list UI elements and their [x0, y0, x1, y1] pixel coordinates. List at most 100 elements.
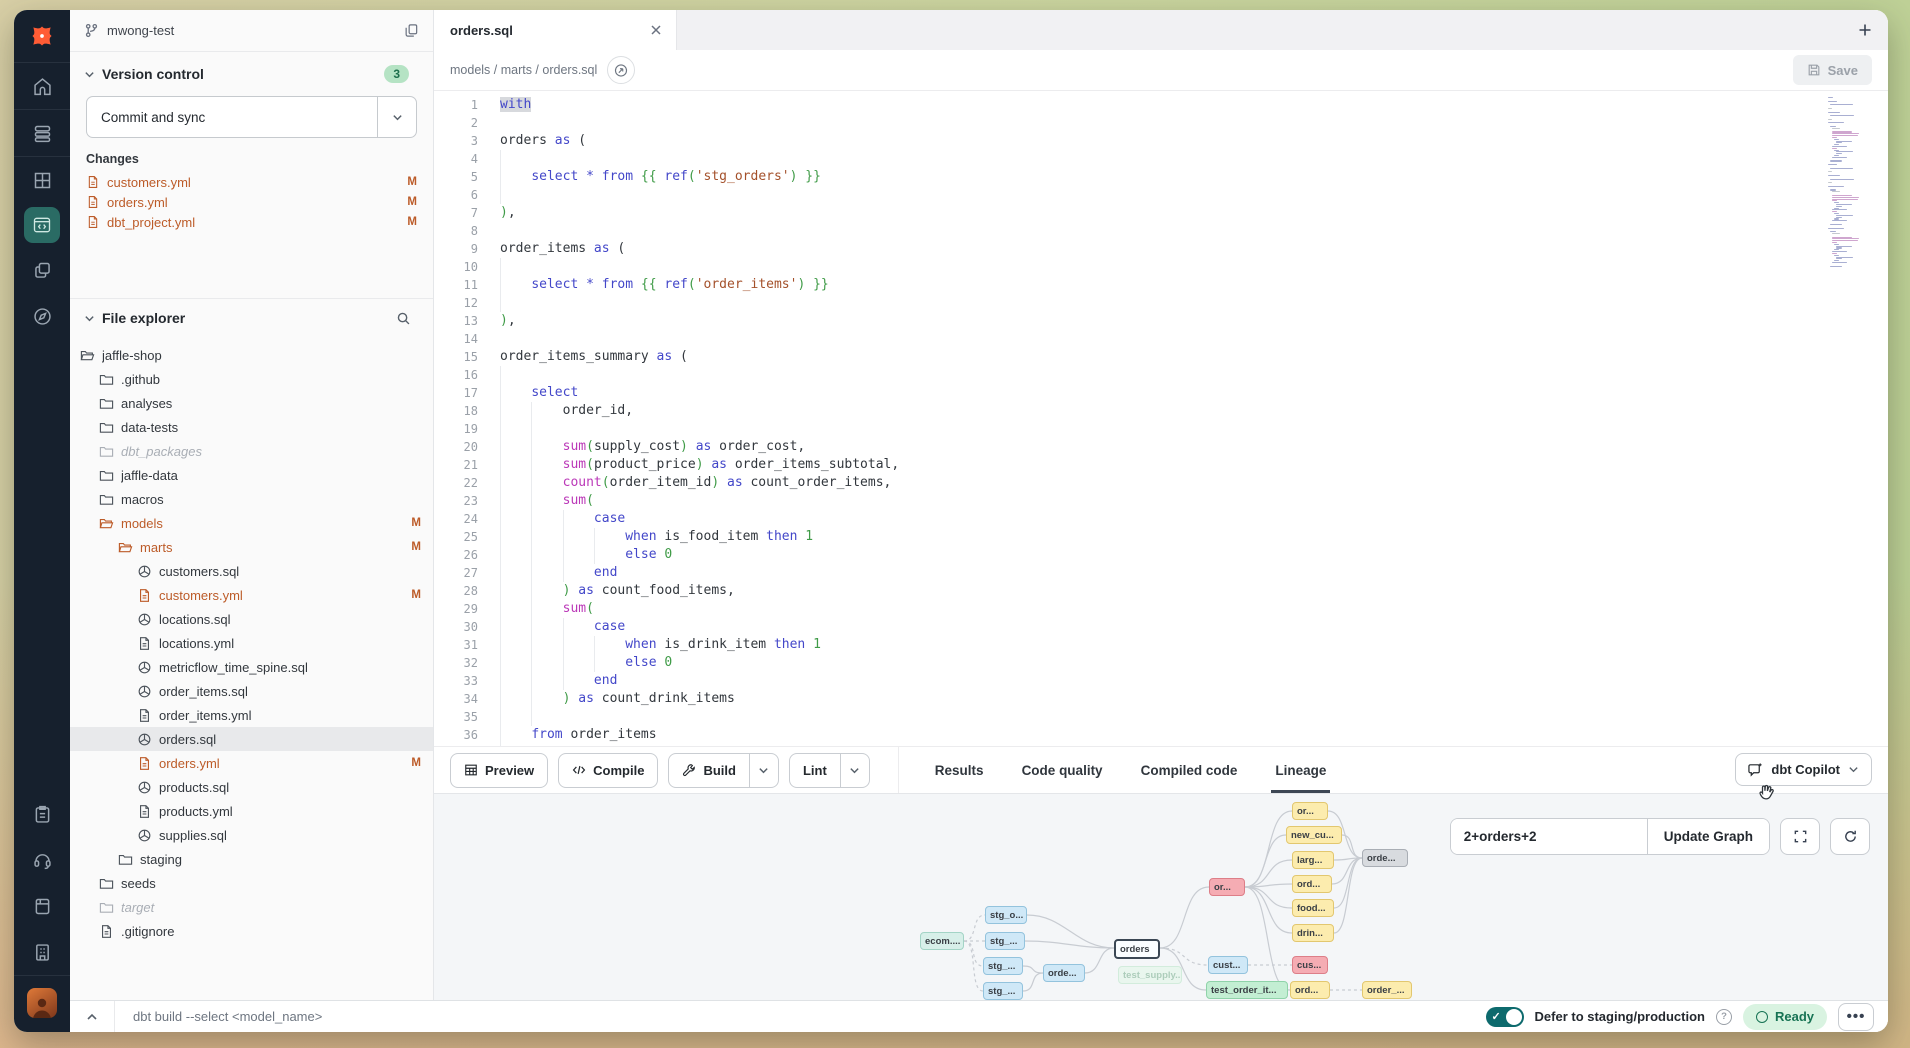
tasks-clipboard-icon[interactable] [14, 791, 70, 837]
help-icon[interactable]: ? [1716, 1009, 1732, 1025]
fullscreen-icon[interactable] [1780, 818, 1820, 855]
tree-item-locations-yml[interactable]: locations.yml [70, 631, 433, 655]
lineage-node-cust[interactable]: cust... [1208, 956, 1248, 974]
save-label: Save [1828, 63, 1858, 78]
lineage-node-y8[interactable]: order_... [1362, 981, 1412, 999]
apps-grid-icon[interactable] [14, 157, 70, 203]
more-options-button[interactable]: ••• [1838, 1003, 1874, 1031]
line-content [494, 150, 1888, 168]
lineage-node-stg4[interactable]: stg_... [983, 982, 1023, 1000]
environments-icon[interactable] [14, 110, 70, 156]
tab-lineage[interactable]: Lineage [1275, 747, 1326, 793]
preview-button[interactable]: Preview [450, 753, 548, 788]
tree-item-staging[interactable]: staging [70, 847, 433, 871]
chevron-down-icon[interactable] [749, 754, 778, 787]
lineage-node-stg3[interactable]: stg_... [983, 957, 1023, 975]
tree-item-products-yml[interactable]: products.yml [70, 799, 433, 823]
tree-item-orders-yml[interactable]: orders.ymlM [70, 751, 433, 775]
avatar[interactable] [27, 988, 57, 1018]
tab-compiled-code[interactable]: Compiled code [1141, 747, 1238, 793]
lineage-node-y7[interactable]: ord... [1290, 981, 1330, 999]
lineage-node-tsup[interactable]: test_supply... [1118, 966, 1182, 984]
open-file-actions-button[interactable] [607, 56, 635, 84]
chevron-down-icon[interactable] [840, 754, 869, 787]
tree-item-orders-sql[interactable]: orders.sql [70, 727, 433, 751]
expand-command-bar-button[interactable] [70, 1001, 115, 1032]
tree-item-products-sql[interactable]: products.sql [70, 775, 433, 799]
update-graph-button[interactable]: Update Graph [1647, 819, 1769, 854]
tree-item-supplies-sql[interactable]: supplies.sql [70, 823, 433, 847]
lineage-node-ordstg[interactable]: orde... [1043, 964, 1085, 982]
lineage-node-cusp[interactable]: cus... [1292, 956, 1328, 974]
lineage-node-y3[interactable]: larg... [1292, 851, 1334, 869]
projects-icon[interactable] [14, 247, 70, 293]
lineage-node-orders[interactable]: orders [1114, 939, 1160, 959]
organization-icon[interactable] [14, 929, 70, 975]
tree-item-label: data-tests [121, 420, 421, 435]
docs-notebook-icon[interactable] [14, 883, 70, 929]
minimap[interactable] [1828, 97, 1882, 269]
lineage-node-y4[interactable]: ord... [1292, 875, 1332, 893]
tree-item-order-items-sql[interactable]: order_items.sql [70, 679, 433, 703]
dbt-logo[interactable] [14, 10, 70, 63]
search-icon[interactable] [396, 311, 411, 326]
tree-item-jaffle-shop[interactable]: jaffle-shop [70, 343, 433, 367]
tree-item-analyses[interactable]: analyses [70, 391, 433, 415]
develop-ide-icon[interactable] [24, 207, 60, 243]
tree-item-locations-sql[interactable]: locations.sql [70, 607, 433, 631]
lineage-node-y5[interactable]: food... [1292, 899, 1334, 917]
tree-item-customers-yml[interactable]: customers.ymlM [70, 583, 433, 607]
explore-compass-icon[interactable] [14, 293, 70, 339]
chevron-down-icon [84, 313, 95, 324]
lineage-node-y2[interactable]: new_cu... [1286, 826, 1342, 844]
file-explorer-header[interactable]: File explorer [70, 299, 433, 335]
tree-item-dbt-packages[interactable]: dbt_packages [70, 439, 433, 463]
support-headset-icon[interactable] [14, 837, 70, 883]
version-control-header[interactable]: Version control 3 [70, 52, 433, 92]
home-icon[interactable] [14, 63, 70, 109]
lineage-node-y6[interactable]: drin... [1292, 924, 1334, 942]
tab-orders-sql[interactable]: orders.sql [434, 10, 677, 50]
lint-button[interactable]: Lint [789, 753, 870, 788]
refresh-icon[interactable] [1830, 818, 1870, 855]
save-button[interactable]: Save [1793, 55, 1872, 85]
tree-item-marts[interactable]: martsM [70, 535, 433, 559]
build-button[interactable]: Build [668, 753, 779, 788]
changed-file[interactable]: dbt_project.ymlM [70, 212, 433, 232]
tree-item-jaffle-data[interactable]: jaffle-data [70, 463, 433, 487]
lineage-node-ecom[interactable]: ecom.... [920, 932, 964, 950]
lineage-node-stg2[interactable]: stg_... [985, 932, 1025, 950]
tree-item--github[interactable]: .github [70, 367, 433, 391]
lineage-panel[interactable]: ecom....stg_o...stg_...stg_...stg_...ord… [434, 793, 1888, 1000]
tree-item-customers-sql[interactable]: customers.sql [70, 559, 433, 583]
tree-item-models[interactable]: modelsM [70, 511, 433, 535]
new-tab-button[interactable] [1842, 10, 1888, 50]
branch-row[interactable]: mwong-test [70, 10, 433, 52]
compile-button[interactable]: Compile [558, 753, 658, 788]
commit-and-sync-button[interactable]: Commit and sync [86, 96, 417, 138]
lineage-node-orp[interactable]: or... [1209, 878, 1245, 896]
tree-item-target[interactable]: target [70, 895, 433, 919]
changed-file[interactable]: orders.ymlM [70, 192, 433, 212]
tree-item--gitignore[interactable]: .gitignore [70, 919, 433, 943]
close-icon[interactable] [648, 22, 664, 38]
line-content [494, 114, 1888, 132]
code-editor[interactable]: 1with23orders as (45 select * from {{ re… [434, 91, 1888, 746]
defer-toggle[interactable]: ✓ [1486, 1007, 1524, 1027]
tree-item-seeds[interactable]: seeds [70, 871, 433, 895]
lineage-filter-input[interactable] [1451, 819, 1647, 854]
command-input[interactable]: dbt build --select <model_name> [133, 1009, 1486, 1024]
lineage-node-gray1[interactable]: orde... [1362, 849, 1408, 867]
tab-results[interactable]: Results [935, 747, 984, 793]
lineage-node-y1[interactable]: or... [1292, 802, 1328, 820]
tree-item-macros[interactable]: macros [70, 487, 433, 511]
lineage-node-stg1[interactable]: stg_o... [985, 906, 1027, 924]
changed-file[interactable]: customers.ymlM [70, 172, 433, 192]
tab-code-quality[interactable]: Code quality [1022, 747, 1103, 793]
tree-item-data-tests[interactable]: data-tests [70, 415, 433, 439]
commit-options-caret[interactable] [377, 97, 416, 137]
lineage-node-tord[interactable]: test_order_it... [1206, 981, 1288, 999]
tree-item-order-items-yml[interactable]: order_items.yml [70, 703, 433, 727]
copy-branch-icon[interactable] [404, 23, 419, 38]
tree-item-metricflow-time-spine-sql[interactable]: metricflow_time_spine.sql [70, 655, 433, 679]
